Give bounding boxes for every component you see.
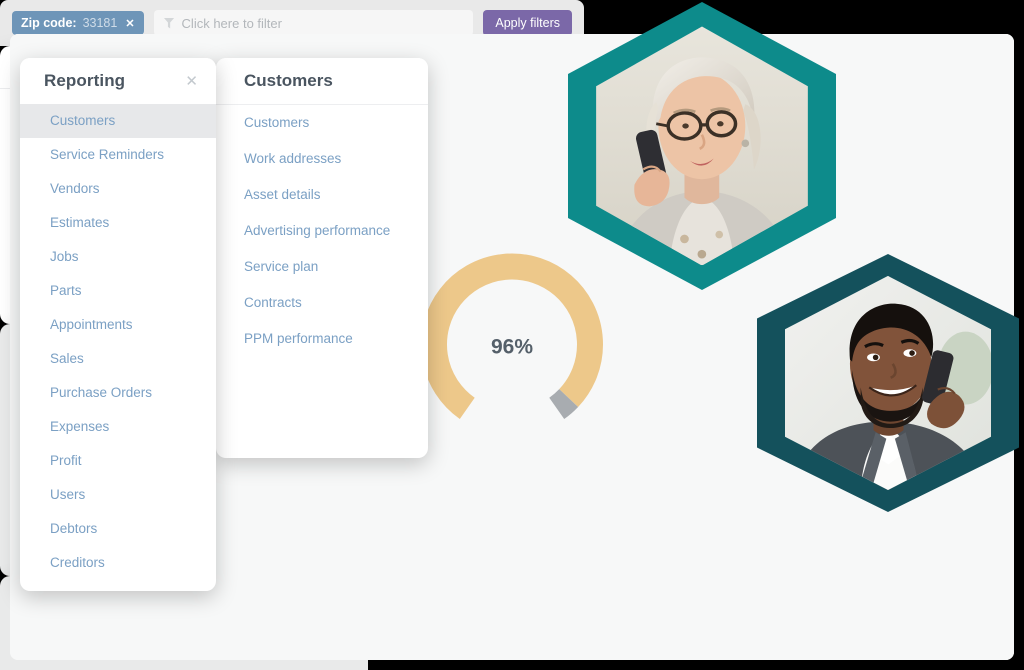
sidebar-item-customers[interactable]: Customers (20, 104, 216, 138)
customers-nav-item-contracts[interactable]: Contracts (216, 285, 428, 321)
apply-filters-button[interactable]: Apply filters (483, 10, 572, 36)
sidebar-item-debtors[interactable]: Debtors (20, 512, 216, 546)
close-icon[interactable]: ✕ (185, 74, 198, 89)
photo-senior-woman-on-phone (568, 2, 836, 290)
sidebar-item-service-reminders[interactable]: Service Reminders (20, 138, 216, 172)
customers-nav-item-service-plan[interactable]: Service plan (216, 249, 428, 285)
screenshot-stage: Reporting ✕ Customers Service Reminders Ve… (0, 0, 1024, 670)
filter-input[interactable]: Click here to filter (153, 10, 474, 36)
sidebar-item-jobs[interactable]: Jobs (20, 240, 216, 274)
filter-chip-label: Zip code: (21, 16, 77, 30)
close-icon[interactable]: ✕ (125, 17, 134, 30)
sidebar-item-sales[interactable]: Sales (20, 342, 216, 376)
sidebar-item-users[interactable]: Users (20, 478, 216, 512)
customers-nav-item-customers[interactable]: Customers (216, 105, 428, 141)
filter-input-placeholder: Click here to filter (181, 15, 282, 31)
customers-nav-item-asset-details[interactable]: Asset details (216, 177, 428, 213)
filter-chip-value: 33181 (82, 16, 118, 30)
reporting-header: Reporting ✕ (20, 58, 216, 104)
customers-nav-panel: Customers Customers Work addresses Asset d… (216, 58, 428, 458)
sidebar-item-creditors[interactable]: Creditors (20, 546, 216, 580)
sidebar-item-vendors[interactable]: Vendors (20, 172, 216, 206)
sidebar-item-estimates[interactable]: Estimates (20, 206, 216, 240)
customers-nav-list: Customers Work addresses Asset details Adve… (216, 105, 428, 357)
customers-nav-item-ppm-performance[interactable]: PPM performance (216, 321, 428, 357)
sidebar-item-appointments[interactable]: Appointments (20, 308, 216, 342)
customers-nav-header: Customers (216, 58, 428, 105)
zip-code-filter-chip[interactable]: Zip code: 33181 ✕ (12, 11, 144, 35)
sidebar-item-expenses[interactable]: Expenses (20, 410, 216, 444)
reporting-nav-list: Customers Service Reminders Vendors Estimat… (20, 104, 216, 580)
customers-nav-title: Customers (244, 71, 333, 90)
photo-smiling-man-on-phone (757, 254, 1019, 512)
sidebar-item-parts[interactable]: Parts (20, 274, 216, 308)
sidebar-item-profit[interactable]: Profit (20, 444, 216, 478)
customers-nav-item-work-addresses[interactable]: Work addresses (216, 141, 428, 177)
reporting-title: Reporting (44, 71, 126, 90)
customers-nav-item-advertising-performance[interactable]: Advertising performance (216, 213, 428, 249)
reporting-panel: Reporting ✕ Customers Service Reminders Ve… (20, 58, 216, 591)
funnel-icon (163, 17, 175, 29)
sidebar-item-purchase-orders[interactable]: Purchase Orders (20, 376, 216, 410)
